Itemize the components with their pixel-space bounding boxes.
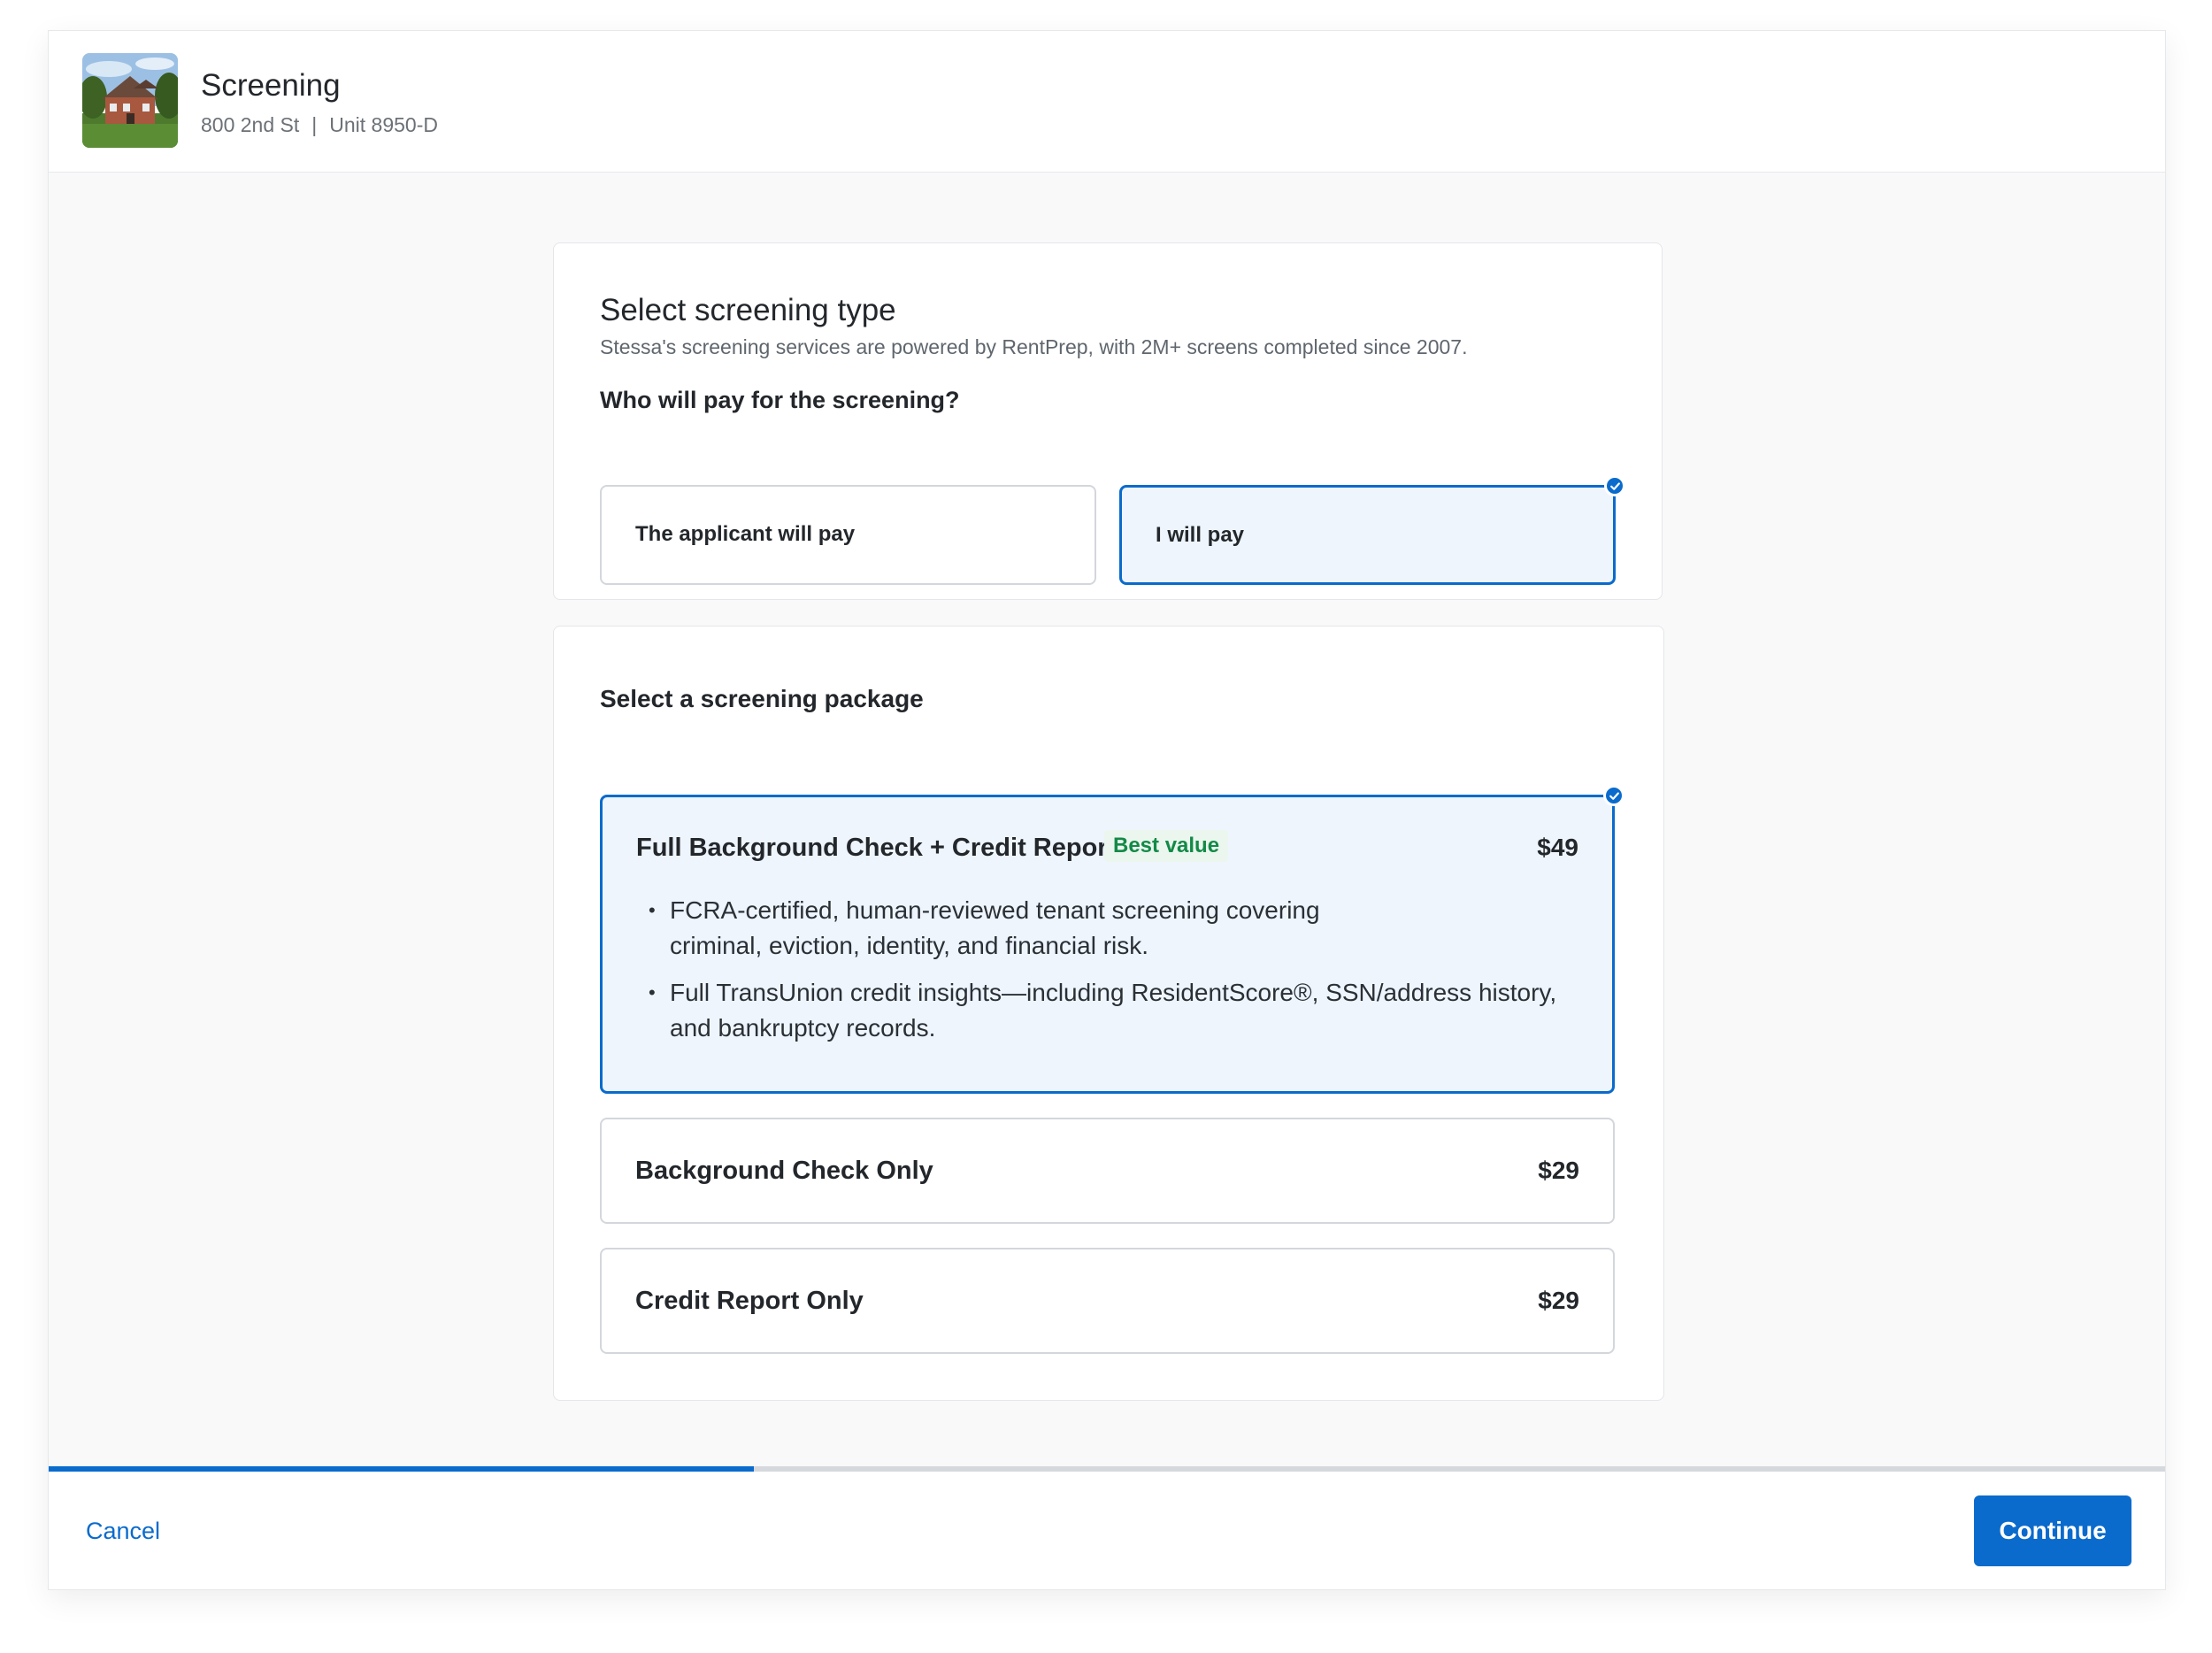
property-address: 800 2nd St	[201, 113, 300, 136]
package-name: Full Background Check + Credit Report	[636, 834, 1117, 862]
cancel-button[interactable]: Cancel	[86, 1518, 160, 1545]
screening-type-card: Select screening type Stessa's screening…	[553, 242, 1663, 600]
page-title: Screening	[201, 68, 341, 103]
header: Screening 800 2nd St | Unit 8950-D	[49, 31, 2165, 173]
payer-question: Who will pay for the screening?	[600, 387, 960, 413]
package-option-background[interactable]: Background Check Only $29	[600, 1118, 1615, 1224]
screening-modal: Screening 800 2nd St | Unit 8950-D Select …	[48, 30, 2166, 1590]
property-unit: Unit 8950-D	[329, 113, 438, 136]
package-price: $29	[1538, 1287, 1579, 1314]
package-name: Credit Report Only	[635, 1287, 864, 1315]
package-option-credit[interactable]: Credit Report Only $29	[600, 1248, 1615, 1354]
property-thumbnail	[82, 53, 178, 148]
payer-option-label: I will pay	[1156, 523, 1245, 547]
subtitle-separator: |	[311, 113, 318, 136]
payer-option-applicant[interactable]: The applicant will pay	[600, 485, 1096, 585]
check-circle-icon	[1604, 475, 1625, 496]
check-circle-icon	[1603, 785, 1624, 806]
package-name: Background Check Only	[635, 1157, 933, 1185]
package-price: $49	[1537, 834, 1578, 861]
property-subtitle: 800 2nd St | Unit 8950-D	[201, 113, 438, 137]
screening-type-description: Stessa's screening services are powered …	[600, 335, 1468, 358]
screening-package-card: Select a screening package Full Backgrou…	[553, 626, 1664, 1401]
package-option-full[interactable]: Full Background Check + Credit Report Be…	[600, 785, 1624, 1094]
package-features: FCRA-certified, human-reviewed tenant sc…	[649, 893, 1586, 1057]
payer-option-self[interactable]: I will pay	[1119, 475, 1625, 585]
payer-option-label: The applicant will pay	[635, 522, 856, 546]
best-value-badge: Best value	[1104, 830, 1229, 862]
screening-type-title: Select screening type	[600, 293, 896, 327]
feature-item: FCRA-certified, human-reviewed tenant sc…	[649, 893, 1356, 964]
package-price: $29	[1538, 1157, 1579, 1184]
continue-button[interactable]: Continue	[1974, 1495, 2131, 1566]
feature-item: Full TransUnion credit insights—includin…	[649, 975, 1586, 1046]
package-heading: Select a screening package	[600, 685, 924, 712]
footer: Cancel Continue	[49, 1472, 2165, 1589]
